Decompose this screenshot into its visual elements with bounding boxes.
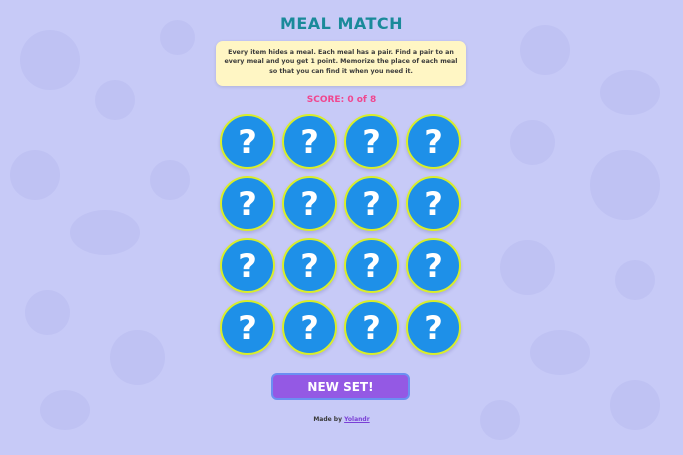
score-display: SCORE: 0 of 8 [0, 95, 683, 105]
memory-card-5[interactable]: ? [220, 176, 275, 231]
question-mark-icon: ? [238, 184, 257, 223]
score-value: 0 [347, 95, 354, 105]
memory-card-14[interactable]: ? [282, 300, 337, 355]
memory-card-12[interactable]: ? [406, 238, 461, 293]
question-mark-icon: ? [238, 122, 257, 161]
question-mark-icon: ? [424, 122, 443, 161]
question-mark-icon: ? [238, 308, 257, 347]
memory-card-8[interactable]: ? [406, 176, 461, 231]
question-mark-icon: ? [300, 246, 319, 285]
question-mark-icon: ? [362, 308, 381, 347]
question-mark-icon: ? [362, 184, 381, 223]
score-label: SCORE: [306, 95, 345, 105]
score-separator: of [356, 95, 367, 105]
memory-card-15[interactable]: ? [344, 300, 399, 355]
question-mark-icon: ? [362, 122, 381, 161]
memory-card-4[interactable]: ? [406, 114, 461, 169]
memory-card-7[interactable]: ? [344, 176, 399, 231]
memory-card-1[interactable]: ? [220, 114, 275, 169]
card-grid: ? ? ? ? ? ? ? ? ? ? ? ? ? ? ? ? [220, 114, 463, 357]
question-mark-icon: ? [362, 246, 381, 285]
question-mark-icon: ? [424, 184, 443, 223]
question-mark-icon: ? [238, 246, 257, 285]
memory-card-10[interactable]: ? [282, 238, 337, 293]
memory-card-11[interactable]: ? [344, 238, 399, 293]
question-mark-icon: ? [424, 246, 443, 285]
credit-prefix: Made by [313, 416, 343, 423]
memory-card-9[interactable]: ? [220, 238, 275, 293]
question-mark-icon: ? [300, 122, 319, 161]
memory-card-16[interactable]: ? [406, 300, 461, 355]
game-title: MEAL MATCH [279, 14, 404, 33]
score-total: 8 [369, 95, 377, 105]
new-set-button[interactable]: NEW SET! [271, 373, 410, 400]
memory-card-13[interactable]: ? [220, 300, 275, 355]
question-mark-icon: ? [300, 184, 319, 223]
credit-line: Made by Yolandr [0, 416, 683, 423]
question-mark-icon: ? [300, 308, 319, 347]
instructions-box: Every item hides a meal. Each meal has a… [216, 41, 466, 86]
question-mark-icon: ? [424, 308, 443, 347]
memory-card-2[interactable]: ? [282, 114, 337, 169]
credit-author-link[interactable]: Yolandr [344, 416, 370, 423]
memory-card-3[interactable]: ? [344, 114, 399, 169]
memory-card-6[interactable]: ? [282, 176, 337, 231]
